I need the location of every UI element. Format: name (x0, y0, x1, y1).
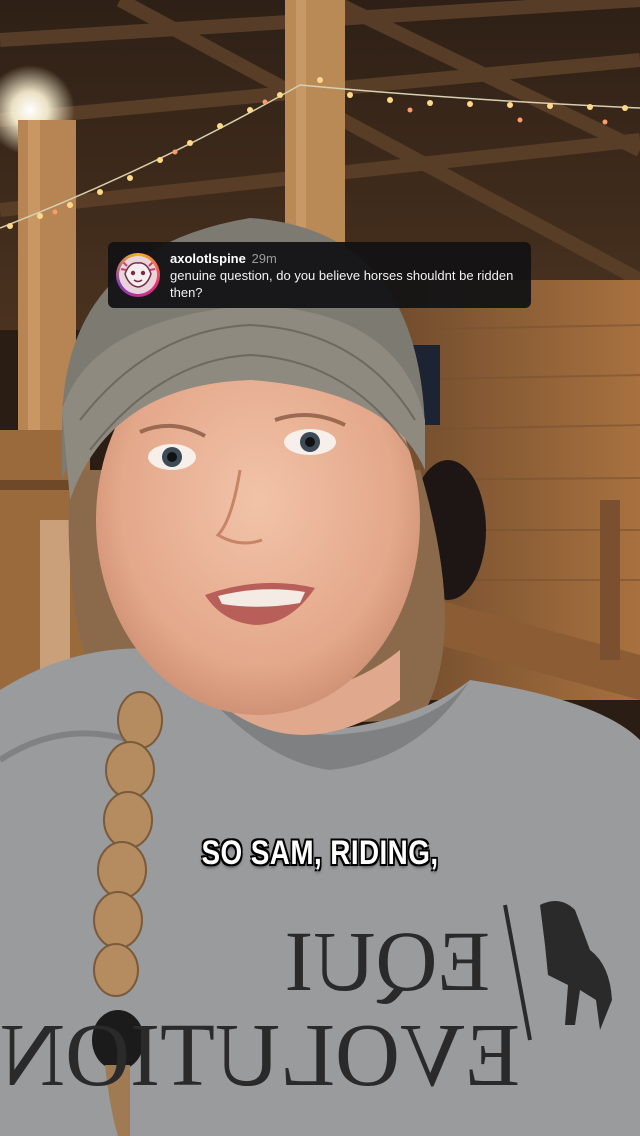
comment-reply-card[interactable]: axolotlspine 29m genuine question, do yo… (108, 242, 531, 308)
video-caption: SO SAM, RIDING, (201, 834, 439, 872)
comment-text: genuine question, do you believe horses … (170, 267, 514, 300)
video-frame: EQUI EVOLUTION axolotlspine 29m genuine … (0, 0, 640, 1136)
comment-time: 29m (251, 250, 277, 266)
video-background (0, 0, 640, 1136)
comment-username[interactable]: axolotlspine (170, 251, 246, 266)
avatar-illustration-icon (119, 256, 157, 294)
avatar[interactable] (116, 253, 160, 297)
